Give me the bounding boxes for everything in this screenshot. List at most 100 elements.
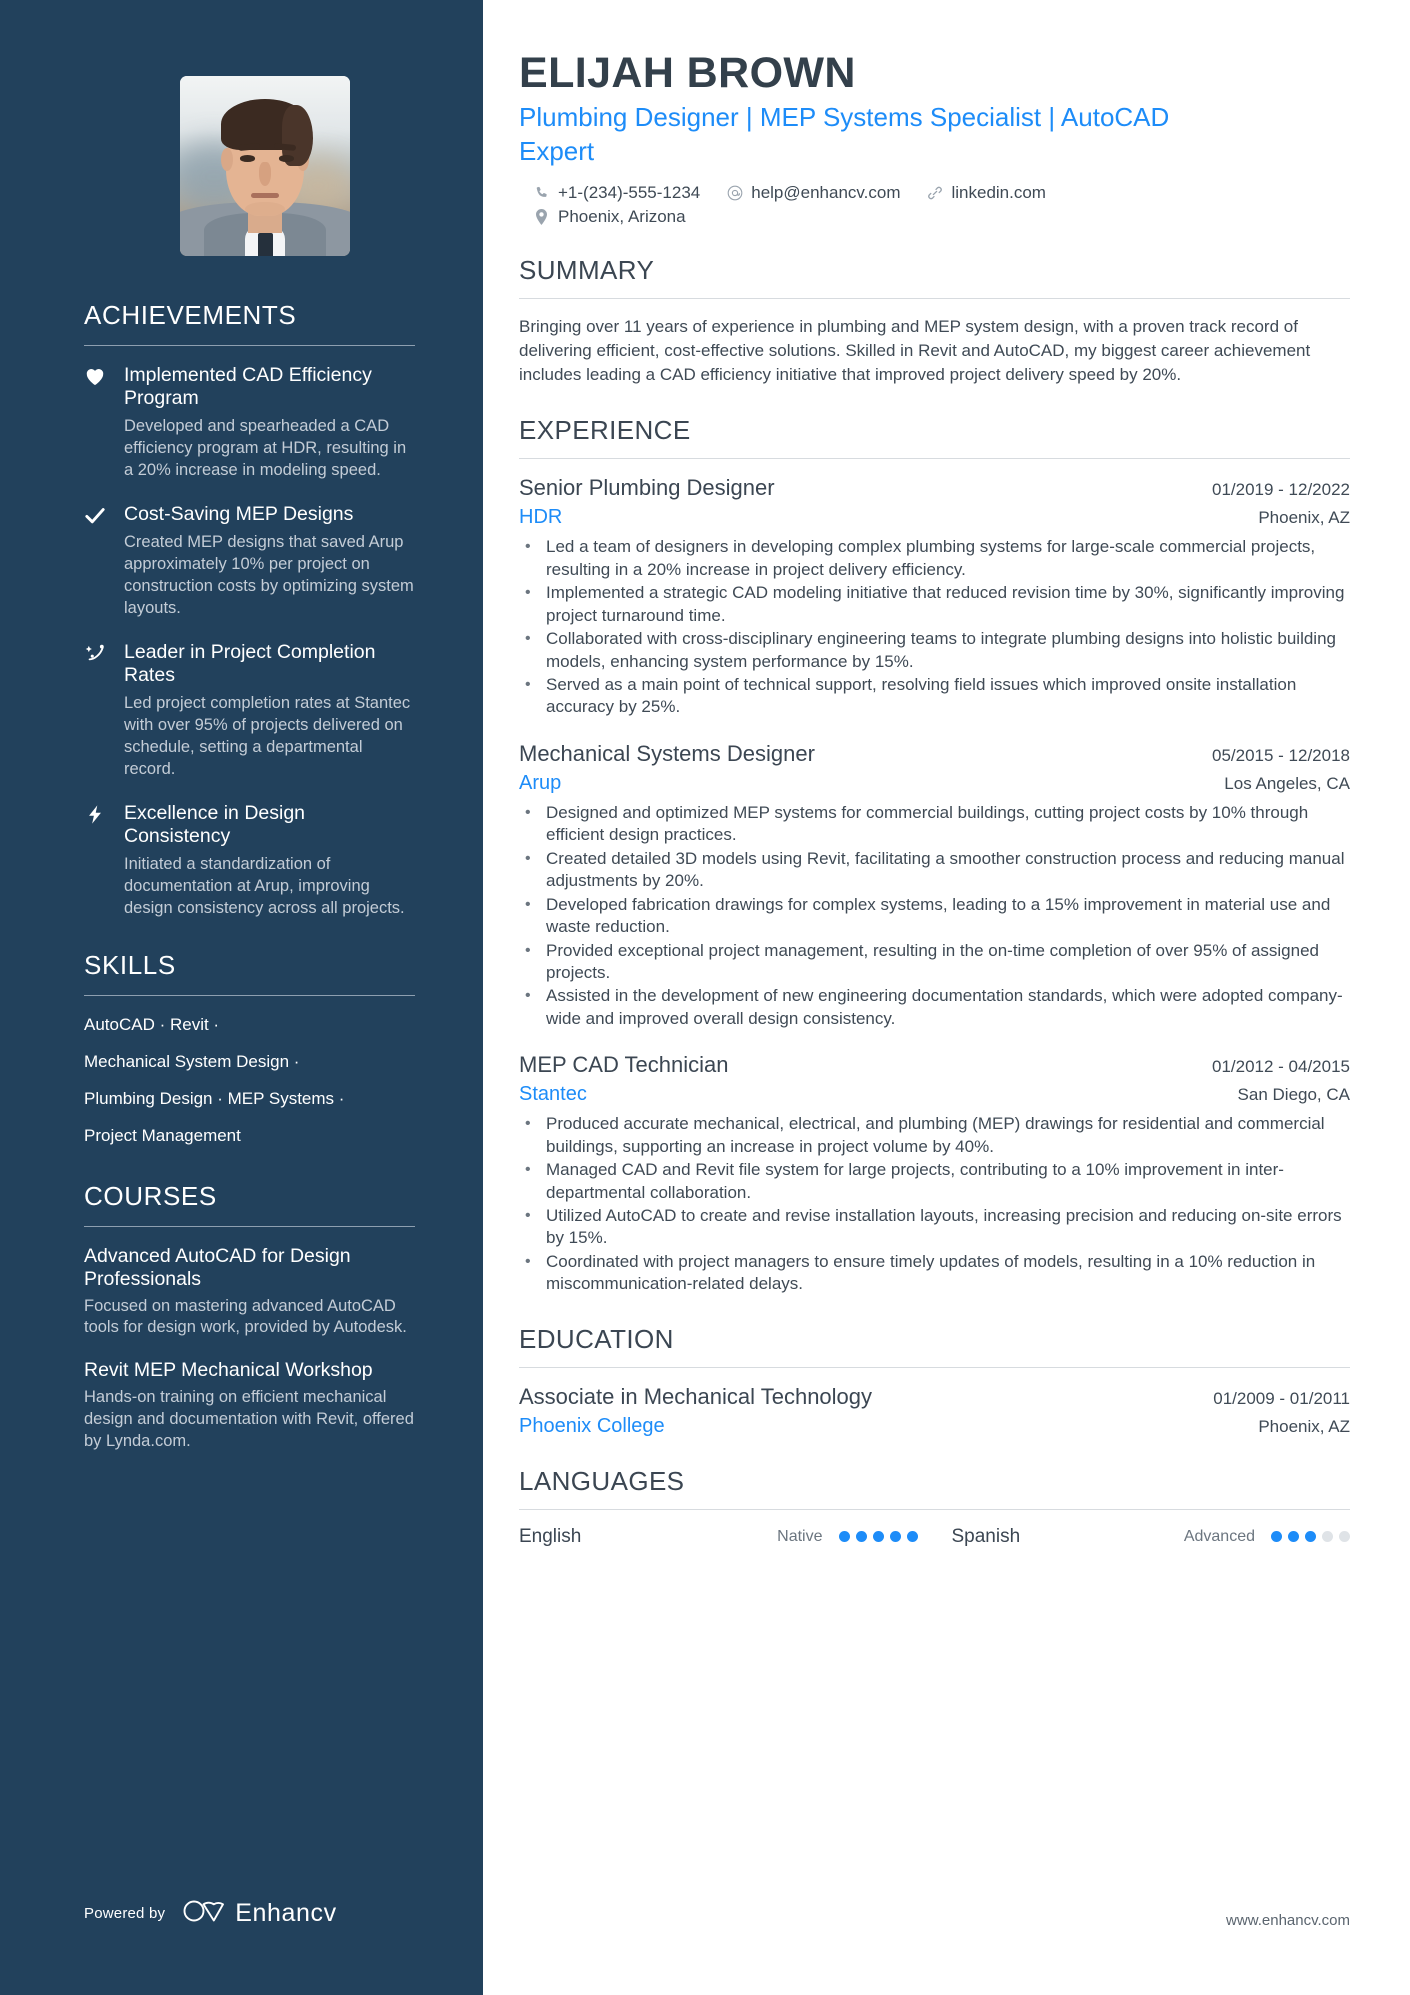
check-icon: [84, 503, 110, 619]
language-item: Spanish Advanced: [918, 1525, 1350, 1548]
bullet-item: • Created detailed 3D models using Revit,…: [519, 848, 1350, 893]
skills-heading: SKILLS: [84, 949, 176, 980]
proficiency-dot: [889, 1531, 901, 1543]
job-location: Los Angeles, CA: [1224, 773, 1350, 793]
course-title: Advanced AutoCAD for Design Professional…: [84, 1244, 351, 1290]
achievement-item: Leader in Project Completion Rates Led p…: [84, 641, 415, 780]
bullet-marker: •: [525, 538, 531, 556]
main-content: ELIJAH BROWN Plumbing Designer | MEP Sys…: [483, 0, 1410, 1995]
job-location: San Diego, CA: [1237, 1085, 1350, 1105]
proficiency-dot: [1288, 1531, 1299, 1543]
bullet-marker: •: [525, 630, 531, 648]
language-level: Advanced: [1183, 1527, 1255, 1545]
link-icon: [926, 185, 943, 202]
bullet-text: Served as a main point of technical supp…: [546, 675, 1297, 717]
job-company[interactable]: HDR: [519, 506, 562, 529]
achievement-description: Initiated a standardization of documenta…: [124, 855, 405, 917]
contact-location: Phoenix, Arizona: [533, 207, 686, 227]
course-item: Advanced AutoCAD for Design Professional…: [84, 1245, 415, 1340]
bullet-marker: •: [525, 987, 531, 1005]
location-pin-icon: [533, 209, 550, 226]
course-description: Hands-on training on efficient mechanica…: [84, 1388, 414, 1450]
bullet-text: Implemented a strategic CAD modeling ini…: [546, 583, 1345, 625]
proficiency-dot: [838, 1531, 850, 1543]
languages-heading: LANGUAGES: [519, 1465, 685, 1496]
job-company[interactable]: Stantec: [519, 1083, 587, 1106]
languages-row: English Native Spanish Advanced: [519, 1526, 1350, 1548]
contact-link-text: linkedin.com: [951, 183, 1046, 203]
job-date: 05/2015 - 12/2018: [1211, 745, 1350, 765]
achievements-section: ACHIEVEMENTS Implemented CAD Efficiency …: [84, 300, 415, 920]
sidebar-footer: Powered by Enhancv: [84, 1898, 337, 1929]
bullet-text: Created detailed 3D models using Revit, …: [546, 848, 1345, 891]
bullet-text: Utilized AutoCAD to create and revise in…: [546, 1206, 1342, 1248]
contact-email[interactable]: help@enhancv.com: [726, 183, 900, 203]
job-bullets: • Led a team of designers in developing c…: [519, 536, 1350, 719]
experience-section: EXPERIENCE Senior Plumbing Designer 01/2…: [519, 415, 1350, 1295]
bullet-marker: •: [525, 803, 531, 821]
language-proficiency-dots: [1271, 1531, 1350, 1543]
page-title: ELIJAH BROWN: [519, 49, 856, 97]
contact-row: Phoenix, Arizona: [519, 207, 1350, 227]
sidebar: ACHIEVEMENTS Implemented CAD Efficiency …: [0, 0, 483, 1995]
proficiency-dot: [1305, 1531, 1316, 1543]
bullet-text: Managed CAD and Revit file system for la…: [546, 1160, 1284, 1202]
bullet-marker: •: [525, 895, 531, 913]
bullet-item: • Coordinated with project managers to en…: [519, 1251, 1350, 1296]
summary-section: SUMMARY Bringing over 11 years of experi…: [519, 255, 1350, 387]
bullet-text: Coordinated with project managers to ens…: [546, 1251, 1316, 1294]
degree-title: Associate in Mechanical Technology: [519, 1383, 873, 1409]
contact-row: +1-(234)-555-1234 help@enhancv.com linke…: [519, 183, 1350, 203]
job-company[interactable]: Arup: [519, 772, 561, 795]
section-divider: [84, 994, 415, 996]
courses-heading: COURSES: [84, 1180, 217, 1211]
lightning-icon: [84, 802, 110, 919]
achievement-title: Excellence in Design Consistency: [124, 802, 306, 848]
section-divider: [519, 1508, 1350, 1510]
skill-line: AutoCAD · Revit ·: [84, 1014, 220, 1034]
language-name: Spanish: [951, 1525, 1021, 1547]
profile-photo: [180, 76, 350, 256]
course-item: Revit MEP Mechanical Workshop Hands-on t…: [84, 1359, 415, 1452]
contact-info: +1-(234)-555-1234 help@enhancv.com linke…: [519, 183, 1350, 227]
bullet-text: Produced accurate mechanical, electrical…: [546, 1114, 1325, 1156]
bullet-text: Collaborated with cross-disciplinary eng…: [546, 629, 1336, 671]
section-divider: [519, 298, 1350, 300]
languages-section: LANGUAGES English Native Spanish Advance…: [519, 1466, 1350, 1548]
proficiency-dot: [855, 1531, 867, 1543]
job-bullets: • Designed and optimized MEP systems for …: [519, 802, 1350, 1030]
achievement-title: Leader in Project Completion Rates: [124, 641, 376, 687]
bullet-text: Designed and optimized MEP systems for c…: [546, 802, 1309, 845]
bullet-item: • Managed CAD and Revit file system for l…: [519, 1159, 1350, 1204]
bullet-marker: •: [525, 1252, 531, 1270]
school-name[interactable]: Phoenix College: [519, 1415, 665, 1438]
bullet-item: • Designed and optimized MEP systems for …: [519, 802, 1350, 847]
phone-icon: [533, 185, 550, 202]
bullet-marker: •: [525, 941, 531, 959]
bullet-item: • Collaborated with cross-disciplinary en…: [519, 628, 1350, 673]
rocket-icon: [84, 641, 110, 780]
website-footer: www.enhancv.com: [1226, 1912, 1350, 1929]
job-title: Mechanical Systems Designer: [519, 740, 815, 766]
experience-entry: MEP CAD Technician 01/2012 - 04/2015 Sta…: [519, 1052, 1350, 1296]
bullet-marker: •: [525, 676, 531, 694]
proficiency-dot: [1322, 1531, 1333, 1543]
skill-line: Project Management: [84, 1126, 241, 1146]
bullet-item: • Led a team of designers in developing c…: [519, 536, 1350, 581]
enhancv-infinity-icon: [182, 1898, 226, 1929]
section-divider: [519, 458, 1350, 460]
summary-text: Bringing over 11 years of experience in …: [519, 317, 1311, 385]
heart-icon: [84, 364, 110, 481]
course-description: Focused on mastering advanced AutoCAD to…: [84, 1296, 407, 1337]
contact-link[interactable]: linkedin.com: [926, 183, 1046, 203]
achievement-item: Cost-Saving MEP Designs Created MEP desi…: [84, 503, 415, 619]
language-level: Native: [777, 1527, 823, 1545]
enhancv-brand-name: Enhancv: [235, 1899, 337, 1927]
achievement-description: Developed and spearheaded a CAD efficien…: [124, 417, 407, 479]
achievements-heading: ACHIEVEMENTS: [84, 300, 297, 330]
contact-phone[interactable]: +1-(234)-555-1234: [533, 183, 700, 203]
achievement-description: Created MEP designs that saved Arup appr…: [124, 533, 414, 617]
bullet-marker: •: [525, 849, 531, 867]
language-item: English Native: [519, 1526, 918, 1548]
language-name: English: [519, 1525, 582, 1547]
